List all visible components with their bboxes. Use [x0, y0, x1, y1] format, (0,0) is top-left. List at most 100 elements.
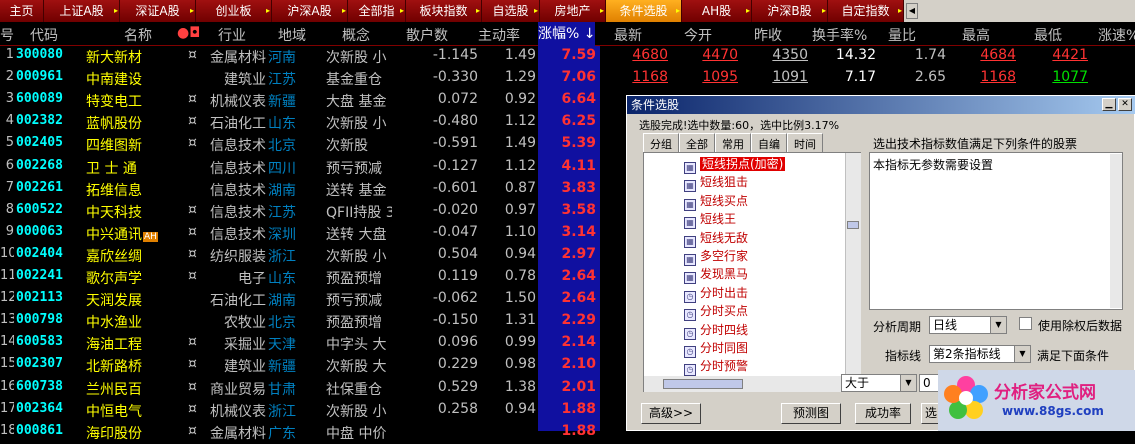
tree-item[interactable]: ▦ 短线无敌 [684, 229, 748, 248]
cell-zs: 4350 [772, 47, 808, 63]
region: 江苏 [268, 72, 296, 89]
tree-item[interactable]: ◷ 分时买点 [684, 302, 748, 322]
col-header-15[interactable]: 最高 [962, 25, 990, 45]
advanced-button[interactable]: 高级>> [641, 403, 701, 424]
col-header-3[interactable]: ●◘ [177, 25, 200, 41]
operator-select[interactable]: 大于 ▼ [841, 374, 917, 392]
region: 浙江 [268, 403, 296, 420]
col-header-4[interactable]: 行业 [218, 25, 246, 45]
tree-item[interactable]: ◷ 分时四线 [684, 321, 748, 340]
scroll-left-icon[interactable]: ◀ [906, 3, 918, 19]
description-scrollbar[interactable] [1110, 154, 1122, 308]
tab-3[interactable]: 创业板 ▸ [196, 0, 272, 22]
flower-logo-icon [944, 376, 988, 419]
row-number: 12 [0, 290, 14, 306]
dialog-tab-1[interactable]: 全部 [679, 133, 715, 154]
description-label: 选出技术指标数值满足下列条件的股票 [873, 137, 1078, 151]
tree-vscroll[interactable] [845, 153, 861, 375]
period-select[interactable]: 日线 ▼ [929, 316, 1007, 334]
cell-zd: 1.31 [504, 312, 536, 329]
col-header-11[interactable]: 今开 [684, 25, 712, 45]
tree-hscroll-thumb[interactable] [663, 379, 743, 389]
tree-vscroll-thumb[interactable] [847, 221, 859, 229]
dialog-tab-2[interactable]: 常用 [715, 133, 751, 154]
tab-5[interactable]: 全部指 ▸ [348, 0, 406, 22]
col-header-2[interactable]: 名称 [124, 25, 152, 45]
tree-item[interactable]: ◷ 分时预警 [684, 357, 748, 377]
cell-zf: 2.97 [561, 245, 596, 262]
tab-9[interactable]: 条件选股 ▸ [606, 0, 682, 22]
cell-zd: 0.87 [504, 179, 536, 196]
col-header-14[interactable]: 量比 [888, 25, 916, 45]
cell-sh: 0.529 [437, 378, 478, 395]
table-row[interactable]: 1 300080 新大新材 ¤ 金属材料 河南 次新股 小 -1.145 1.49 7.59 468… [0, 46, 1135, 68]
col-header-6[interactable]: 概念 [342, 25, 370, 45]
chart-icon: ▦ [684, 198, 696, 211]
col-header-5[interactable]: 地域 [278, 25, 306, 45]
tree-item[interactable]: ▦ 短线狙击 [684, 173, 748, 193]
cell-sh: -0.127 [432, 157, 478, 174]
tab-11[interactable]: 沪深B股 ▸ [752, 0, 828, 22]
row-number: 6 [5, 157, 14, 173]
tab-0[interactable]: 主页 [0, 0, 44, 22]
market-tab-bar: 主页 上证A股 ▸ 深证A股 ▸ 创业板 ▸ 沪深A股 ▸ 全部指 ▸ 板块指数 ▸ 自选股 ▸ 房地产 ▸ 条件… [0, 0, 1135, 22]
col-header-1[interactable]: 代码 [30, 25, 58, 45]
col-header-13[interactable]: 换手率% [812, 25, 867, 45]
col-header-0[interactable]: 号 [0, 25, 14, 45]
tree-item[interactable]: ◷ 分时同图 [684, 339, 748, 358]
table-row[interactable]: 2 000961 中南建设 建筑业 江苏 基金重仓 -0.330 1.29 7.06 1168 10… [0, 68, 1135, 90]
industry: 信息技术 [210, 138, 266, 155]
close-icon[interactable]: ✕ [1118, 98, 1132, 111]
tree-item[interactable]: ▦ 短线买点 [684, 192, 748, 211]
industry: 石油化工 [210, 293, 266, 310]
cell-sh: 0.072 [437, 91, 478, 108]
stock-code: 600583 [16, 334, 63, 350]
dialog-tab-0[interactable]: 分组 [643, 133, 679, 154]
cell-sh: -1.145 [432, 47, 478, 63]
col-header-9[interactable]: 涨幅% ↓ [538, 22, 596, 46]
dialog-tab-4[interactable]: 时间 [787, 133, 823, 154]
tree-item-label: 多空行家 [700, 249, 749, 263]
tab-1[interactable]: 上证A股 ▸ [44, 0, 120, 22]
tree-item[interactable]: ▦ 短线王 [684, 210, 736, 230]
tree-item[interactable]: ▦ 多空行家 [684, 247, 749, 266]
tab-4[interactable]: 沪深A股 ▸ [272, 0, 348, 22]
tab-10[interactable]: AH股 ▸ [682, 0, 752, 22]
indicator-tree[interactable]: ▦ 短线拐点(加密) ▦ 短线狙击 ▦ 短线买点 ▦ 短线王 ▦ 短线无敌 ▦ 多空行家 ▦ 发现黑马 ◷ 分… [643, 152, 861, 392]
tree-item[interactable]: ◷ 分时出击 [684, 284, 748, 303]
dialog-tab-3[interactable]: 自编 [751, 133, 787, 154]
row-number: 18 [0, 422, 14, 438]
cell-jk: 1095 [702, 69, 738, 86]
row-number: 5 [5, 135, 14, 151]
dropdown-arrow-icon: ▸ [599, 6, 604, 15]
forecast-chart-button[interactable]: 预测图 [781, 403, 841, 424]
tree-item[interactable]: ▦ 发现黑马 [684, 265, 748, 285]
col-header-17[interactable]: 涨速% [1098, 25, 1135, 45]
success-rate-button[interactable]: 成功率 [855, 403, 911, 424]
col-header-10[interactable]: 最新 [614, 25, 642, 45]
industry: 金属材料 [210, 425, 266, 442]
tab-12[interactable]: 自定指数 ▸ [828, 0, 904, 22]
row-number: 8 [5, 201, 14, 217]
tab-8[interactable]: 房地产 ▸ [540, 0, 606, 22]
tree-item[interactable]: ▦ 短线拐点(加密) [684, 155, 786, 174]
stock-code: 002364 [16, 400, 63, 416]
cell-zf: 7.59 [561, 47, 596, 63]
tab-6[interactable]: 板块指数 ▸ [406, 0, 482, 22]
stock-name: 歌尔声学 [86, 271, 142, 287]
tab-2[interactable]: 深证A股 ▸ [120, 0, 196, 22]
exright-checkbox[interactable] [1019, 317, 1032, 330]
col-header-12[interactable]: 昨收 [754, 25, 782, 45]
industry: 电子 [238, 271, 266, 287]
industry: 信息技术 [210, 204, 266, 221]
region: 北京 [268, 138, 296, 155]
indicator-select[interactable]: 第2条指标线 ▼ [929, 345, 1031, 363]
minimize-icon[interactable]: ▁ [1102, 98, 1116, 111]
col-header-8[interactable]: 主动率 [478, 25, 520, 45]
status-text: 选股完成!选中数量:60，选中比例3.17% [639, 119, 840, 132]
tab-scrollbar[interactable]: ◀ [904, 0, 1135, 22]
tab-7[interactable]: 自选股 ▸ [482, 0, 540, 22]
cell-zf: 2.14 [561, 334, 596, 351]
col-header-7[interactable]: 散户数 [406, 25, 448, 45]
col-header-16[interactable]: 最低 [1034, 25, 1062, 45]
